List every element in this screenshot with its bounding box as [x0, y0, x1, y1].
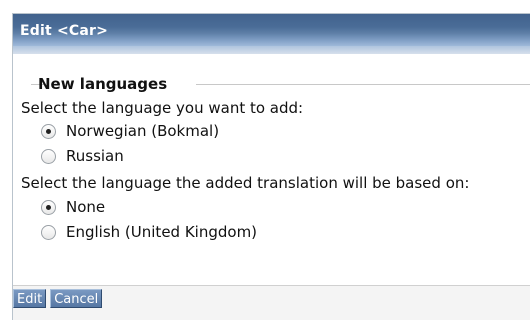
radio-label-none: None	[66, 198, 106, 216]
cancel-button[interactable]: Cancel	[50, 289, 103, 308]
radio-label-russian: Russian	[66, 147, 124, 165]
dialog-titlebar: Edit <Car>	[13, 14, 530, 46]
radio-label-english-uk: English (United Kingdom)	[66, 223, 258, 241]
edit-dialog: Edit <Car> New languages Select the lang…	[12, 13, 530, 320]
language-prompt: Select the language you want to add:	[21, 99, 304, 117]
footer-buttons: Edit Cancel	[13, 289, 103, 308]
footer-separator	[13, 285, 530, 286]
radio-button-none[interactable]	[41, 199, 56, 215]
fieldset-border-right	[196, 84, 530, 85]
radio-label-norwegian: Norwegian (Bokmal)	[66, 122, 220, 140]
radio-button-russian[interactable]	[41, 148, 56, 164]
radio-option-russian[interactable]: Russian	[41, 146, 124, 166]
radio-option-none[interactable]: None	[41, 197, 105, 217]
radio-option-english-uk[interactable]: English (United Kingdom)	[41, 222, 257, 242]
radio-button-english-uk[interactable]	[41, 224, 56, 240]
edit-button[interactable]: Edit	[13, 289, 47, 308]
base-language-prompt: Select the language the added translatio…	[21, 174, 470, 192]
titlebar-stripe	[13, 46, 530, 54]
radio-option-norwegian[interactable]: Norwegian (Bokmal)	[41, 121, 219, 141]
dialog-title: Edit <Car>	[20, 23, 109, 39]
fieldset-legend: New languages	[38, 75, 168, 93]
radio-button-norwegian[interactable]	[41, 123, 56, 139]
